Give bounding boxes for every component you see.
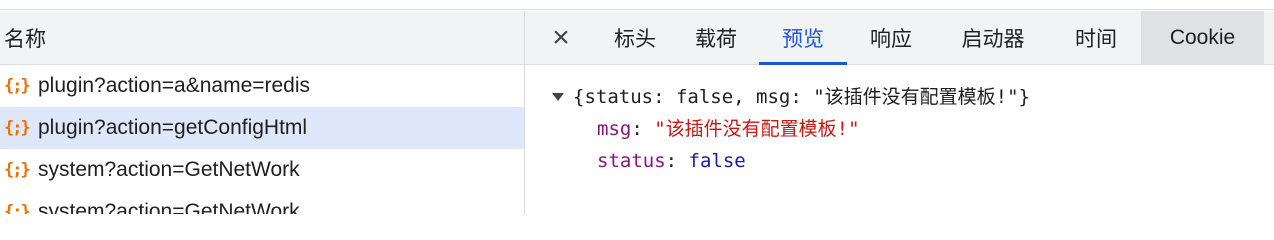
request-row[interactable]: {;} system?action=GetNetWork (0, 149, 524, 191)
tab-preview[interactable]: 预览 (759, 11, 847, 65)
json-file-icon: {;} (4, 76, 31, 96)
json-property-msg: msg: "该插件没有配置模板!" (597, 118, 860, 140)
tab-timing[interactable]: 时间 (1051, 11, 1141, 64)
request-name: plugin?action=a&name=redis (38, 74, 311, 97)
json-boolean-value: false (688, 150, 746, 172)
json-property-status: status: false (597, 150, 746, 172)
tab-initiator[interactable]: 启动器 (935, 11, 1051, 64)
expand-triangle-icon[interactable] (552, 93, 564, 101)
request-row-selected[interactable]: {;} plugin?action=getConfigHtml (0, 107, 524, 149)
tab-headers[interactable]: 标头 (597, 11, 673, 64)
request-row[interactable]: {;} system?action=GetNetWork (0, 191, 524, 214)
json-key: status (597, 150, 666, 172)
json-file-icon: {;} (4, 202, 31, 214)
tab-cookies[interactable]: Cookie (1141, 11, 1264, 64)
name-column-label: 名称 (4, 27, 46, 51)
request-name: system?action=GetNetWork (38, 200, 300, 214)
json-summary: {status: false, msg: "该插件没有配置模板!"} (573, 86, 1030, 108)
json-file-icon: {;} (4, 160, 31, 180)
json-key: msg (597, 118, 632, 140)
request-detail-panel: × 标头 载荷 预览 响应 启动器 时间 Cookie {status: fal… (525, 11, 1274, 214)
top-edge (0, 0, 1274, 10)
json-string-value: "该插件没有配置模板!" (654, 118, 860, 140)
json-root-line[interactable]: {status: false, msg: "该插件没有配置模板!"} (525, 81, 1274, 113)
request-name: system?action=GetNetWork (38, 158, 300, 181)
json-file-icon: {;} (4, 118, 31, 138)
json-preview: {status: false, msg: "该插件没有配置模板!"} msg: … (525, 65, 1274, 177)
tab-payload[interactable]: 载荷 (673, 11, 759, 64)
request-list-panel: 名称 {;} plugin?action=a&name=redis {;} pl… (0, 11, 525, 214)
request-row[interactable]: {;} plugin?action=a&name=redis (0, 65, 524, 107)
tab-response[interactable]: 响应 (847, 11, 935, 64)
request-name: plugin?action=getConfigHtml (38, 116, 308, 139)
close-icon[interactable]: × (525, 11, 597, 64)
name-column-header[interactable]: 名称 (0, 11, 524, 65)
detail-tabbar: × 标头 载荷 预览 响应 启动器 时间 Cookie (525, 11, 1274, 65)
